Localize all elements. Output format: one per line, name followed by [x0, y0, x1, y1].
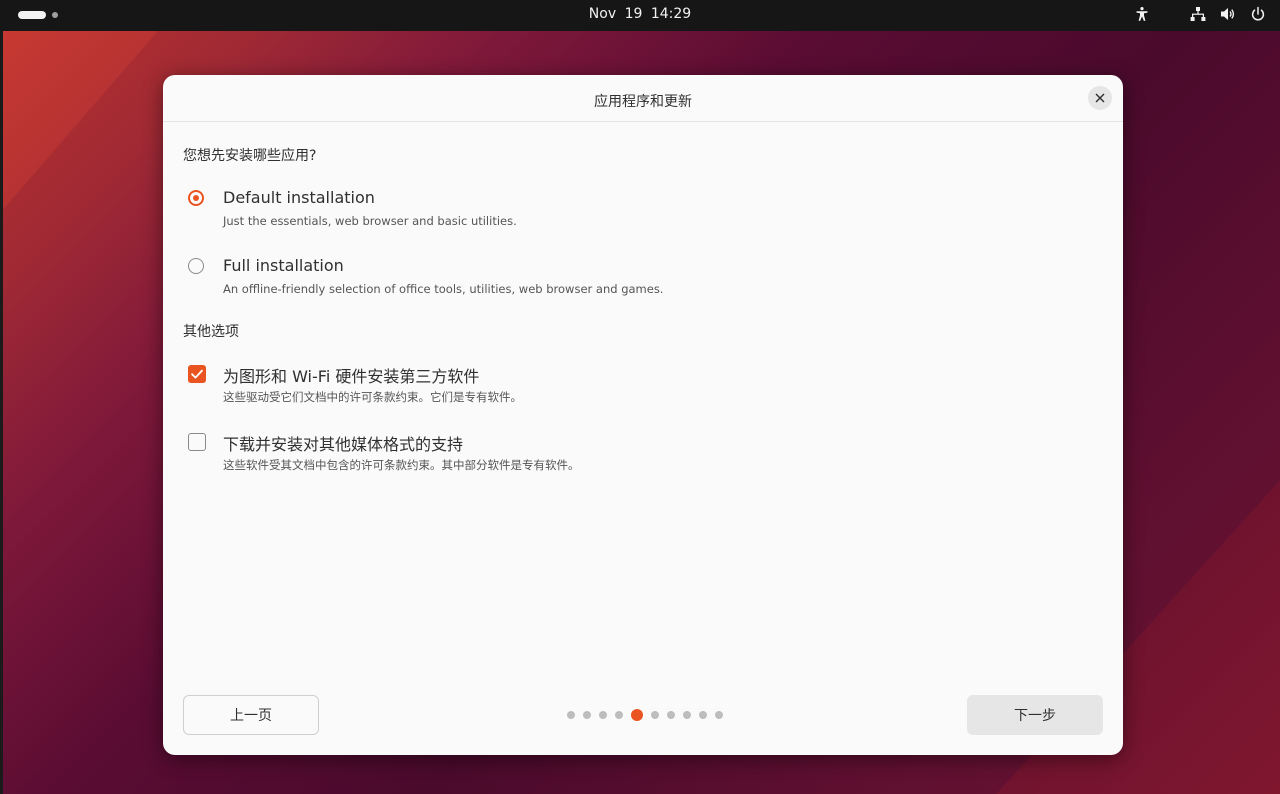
install-question: 您想先安装哪些应用? — [183, 148, 317, 164]
installer-dialog: 应用程序和更新 您想先安装哪些应用? Default installation … — [163, 75, 1123, 755]
clock[interactable]: Nov 19 14:29 — [0, 6, 1280, 22]
pager-dot — [651, 711, 659, 719]
option-label[interactable]: Full installation — [223, 256, 344, 275]
pager-dot — [683, 711, 691, 719]
third-party-checkbox[interactable] — [188, 365, 206, 383]
other-options-heading: 其他选项 — [183, 324, 239, 340]
network-icon[interactable] — [1190, 6, 1206, 22]
pager-dot — [615, 711, 623, 719]
option-description: 这些驱动受它们文档中的许可条款约束。它们是专有软件。 — [223, 390, 522, 404]
system-tray[interactable] — [1134, 6, 1266, 22]
option-description: Just the essentials, web browser and bas… — [223, 214, 517, 228]
media-formats-checkbox[interactable] — [188, 433, 206, 451]
close-button[interactable] — [1088, 86, 1112, 110]
dialog-header: 应用程序和更新 — [163, 75, 1123, 122]
pager-dot — [715, 711, 723, 719]
volume-icon[interactable] — [1220, 6, 1236, 22]
default-installation-radio[interactable] — [188, 190, 204, 206]
option-label[interactable]: Default installation — [223, 188, 375, 207]
power-icon[interactable] — [1250, 6, 1266, 22]
option-label[interactable]: 下载并安装对其他媒体格式的支持 — [223, 431, 463, 455]
pager-dot — [599, 711, 607, 719]
desktop-edge — [0, 31, 3, 794]
dialog-title: 应用程序和更新 — [594, 94, 692, 110]
full-installation-radio[interactable] — [188, 258, 204, 274]
pager-dot-current — [631, 709, 643, 721]
pager-dot — [699, 711, 707, 719]
option-description: 这些软件受其文档中包含的许可条款约束。其中部分软件是专有软件。 — [223, 458, 580, 472]
close-icon — [1095, 93, 1105, 103]
pager-dot — [567, 711, 575, 719]
accessibility-icon[interactable] — [1134, 6, 1150, 22]
top-bar: Nov 19 14:29 — [0, 0, 1280, 31]
pager-dot — [667, 711, 675, 719]
option-label[interactable]: 为图形和 Wi-Fi 硬件安装第三方软件 — [223, 363, 479, 387]
next-button[interactable]: 下一步 — [967, 695, 1103, 735]
pager-dot — [583, 711, 591, 719]
checkmark-icon — [191, 369, 203, 379]
option-description: An offline-friendly selection of office … — [223, 282, 664, 296]
